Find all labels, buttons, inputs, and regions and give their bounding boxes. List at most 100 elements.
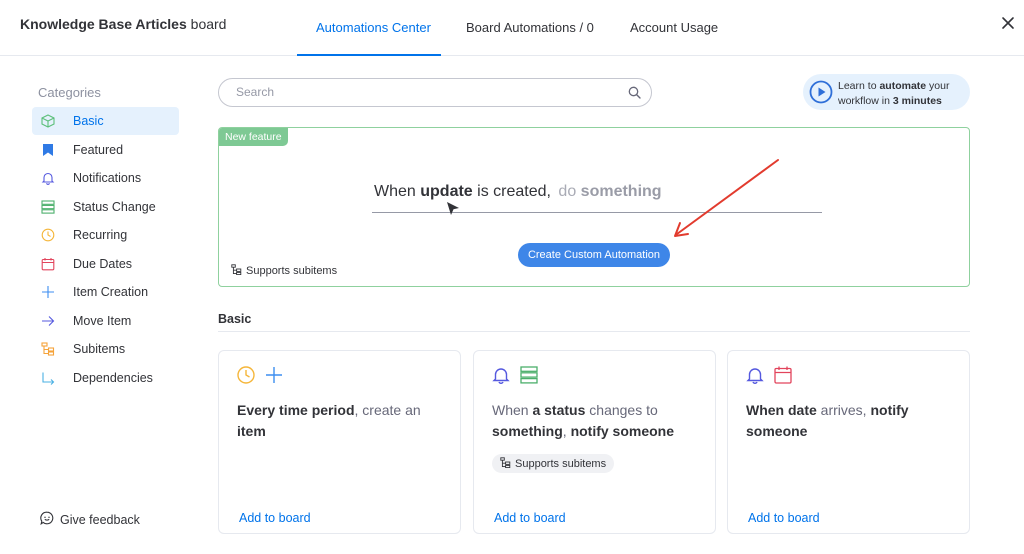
sidebar-item-label: Dependencies bbox=[73, 371, 153, 385]
tab-automations-center[interactable]: Automations Center bbox=[316, 20, 431, 56]
add-to-board-link[interactable]: Add to board bbox=[748, 511, 820, 525]
learn-text-bold: automate bbox=[879, 80, 927, 92]
sidebar-item-label: Basic bbox=[73, 114, 104, 128]
cube-icon bbox=[40, 113, 56, 129]
sidebar-item-due-dates[interactable]: Due Dates bbox=[32, 250, 179, 278]
card-text-bold: notify bbox=[870, 402, 909, 418]
sentence-trigger[interactable]: update bbox=[420, 183, 472, 200]
give-feedback-link[interactable]: Give feedback bbox=[40, 511, 140, 528]
chip-label: Supports subitems bbox=[515, 457, 607, 470]
create-custom-automation-button[interactable]: Create Custom Automation bbox=[518, 243, 670, 267]
add-to-board-link[interactable]: Add to board bbox=[239, 511, 311, 525]
automation-card-status-notify[interactable]: When a status changes to something, noti… bbox=[473, 350, 716, 534]
clock-icon bbox=[40, 227, 56, 243]
learn-text-part: workflow in bbox=[838, 95, 893, 107]
bell-icon bbox=[491, 365, 511, 390]
learn-text-bold: 3 minutes bbox=[892, 95, 942, 107]
card-text-bold: something bbox=[492, 423, 563, 439]
custom-automation-panel: New feature When update is created, do s… bbox=[218, 127, 970, 287]
card-text-bold: Every time period bbox=[237, 402, 355, 418]
subitems-icon bbox=[500, 456, 511, 471]
bookmark-icon bbox=[40, 142, 56, 158]
board-title: Knowledge Base Articles board bbox=[20, 16, 226, 32]
calendar-icon bbox=[40, 256, 56, 272]
dependencies-icon bbox=[40, 370, 56, 386]
sidebar-item-subitems[interactable]: Subitems bbox=[32, 335, 179, 363]
sidebar-item-label: Item Creation bbox=[73, 285, 149, 299]
sidebar-item-label: Status Change bbox=[73, 200, 156, 214]
sidebar-item-label: Notifications bbox=[73, 171, 142, 185]
sidebar-item-label: Subitems bbox=[73, 342, 126, 356]
supports-subitems-text: Supports subitems bbox=[246, 265, 338, 277]
sidebar-item-move-item[interactable]: Move Item bbox=[32, 307, 179, 335]
card-description: When date arrives, notify someone bbox=[746, 400, 956, 442]
section-divider bbox=[218, 331, 970, 332]
status-icon bbox=[519, 365, 539, 390]
sidebar-item-status-change[interactable]: Status Change bbox=[32, 193, 179, 221]
card-description: Every time period, create an item bbox=[237, 400, 447, 442]
section-title: Basic bbox=[218, 312, 252, 326]
automation-card-recurring[interactable]: Every time period, create an item Add to… bbox=[218, 350, 461, 534]
supports-subitems-label: Supports subitems bbox=[231, 264, 337, 278]
card-text: arrives, bbox=[816, 402, 871, 418]
calendar-icon bbox=[773, 365, 793, 390]
search-icon[interactable] bbox=[628, 86, 641, 104]
tab-board-automations[interactable]: Board Automations / 0 bbox=[466, 20, 594, 56]
card-text-bold: notify someone bbox=[570, 423, 675, 439]
card-text-bold: someone bbox=[746, 423, 808, 439]
categories-title: Categories bbox=[38, 85, 101, 100]
sentence-action[interactable]: something bbox=[581, 183, 662, 200]
card-text: changes to bbox=[585, 402, 658, 418]
supports-subitems-chip: Supports subitems bbox=[492, 454, 615, 473]
close-icon[interactable] bbox=[999, 14, 1017, 32]
automation-card-date-notify[interactable]: When date arrives, notify someone Add to… bbox=[727, 350, 970, 534]
sidebar-item-label: Move Item bbox=[73, 314, 132, 328]
search-input[interactable] bbox=[236, 85, 616, 99]
subitems-icon bbox=[231, 264, 242, 278]
clock-icon bbox=[236, 365, 256, 390]
board-name: Knowledge Base Articles bbox=[20, 16, 187, 32]
status-icon bbox=[40, 199, 56, 215]
feedback-icon bbox=[40, 511, 54, 528]
sentence-when: When bbox=[374, 183, 421, 200]
mouse-cursor-icon bbox=[446, 201, 460, 222]
sidebar-item-notifications[interactable]: Notifications bbox=[32, 164, 179, 192]
sidebar-item-label: Recurring bbox=[73, 228, 128, 242]
card-text-bold: item bbox=[237, 423, 266, 439]
active-tab-indicator bbox=[297, 54, 441, 56]
learn-text-part: your bbox=[926, 80, 950, 92]
sidebar-item-basic[interactable]: Basic bbox=[32, 107, 179, 135]
automation-sentence: When update is created, do something bbox=[374, 183, 662, 201]
subitems-icon bbox=[40, 341, 56, 357]
sidebar-item-label: Due Dates bbox=[73, 257, 133, 271]
arrow-right-icon bbox=[40, 313, 56, 329]
sidebar-item-label: Featured bbox=[73, 143, 124, 157]
sidebar-item-recurring[interactable]: Recurring bbox=[32, 221, 179, 249]
tab-account-usage[interactable]: Account Usage bbox=[630, 20, 718, 56]
feedback-label: Give feedback bbox=[60, 512, 140, 527]
learn-text-part: Learn to bbox=[838, 80, 880, 92]
sidebar-item-featured[interactable]: Featured bbox=[32, 136, 179, 164]
plus-icon bbox=[264, 365, 284, 390]
sentence-do: do bbox=[558, 183, 581, 200]
card-description: When a status changes to something, noti… bbox=[492, 400, 702, 442]
add-to-board-link[interactable]: Add to board bbox=[494, 511, 566, 525]
new-feature-badge: New feature bbox=[219, 128, 288, 146]
card-text: , bbox=[562, 423, 571, 439]
annotation-arrow-icon bbox=[674, 159, 779, 237]
learn-text: Learn to automate your workflow in 3 min… bbox=[838, 79, 949, 109]
card-text: When bbox=[492, 402, 533, 418]
card-text: , create an bbox=[354, 402, 421, 418]
bell-icon bbox=[40, 170, 56, 186]
sentence-created: is created, bbox=[472, 183, 551, 200]
plus-icon bbox=[40, 284, 56, 300]
sidebar-item-dependencies[interactable]: Dependencies bbox=[32, 364, 179, 392]
search-box bbox=[218, 78, 652, 107]
card-text-bold: When date bbox=[746, 402, 817, 418]
card-text-bold: a status bbox=[532, 402, 586, 418]
board-suffix: board bbox=[190, 16, 227, 32]
header: Knowledge Base Articles board Automation… bbox=[0, 0, 1024, 56]
bell-icon bbox=[745, 365, 765, 390]
learn-video-button[interactable]: Learn to automate your workflow in 3 min… bbox=[803, 74, 970, 110]
sidebar-item-item-creation[interactable]: Item Creation bbox=[32, 278, 179, 306]
